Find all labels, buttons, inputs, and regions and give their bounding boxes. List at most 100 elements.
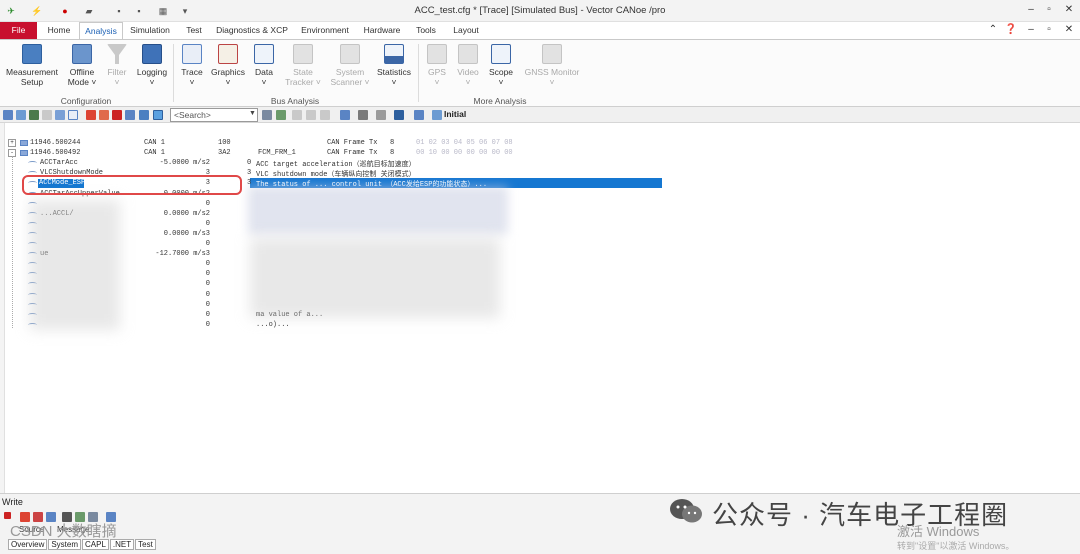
ribbon-collapse-icon[interactable]: ⌃	[986, 24, 1000, 38]
configuration-group-label: Configuration	[60, 96, 112, 106]
tb-pause-icon[interactable]	[112, 110, 122, 120]
tb-config-icon[interactable]	[3, 110, 13, 120]
frame-icon	[20, 150, 28, 157]
system-scanner-icon	[340, 44, 360, 64]
tb-copy-icon[interactable]	[340, 110, 350, 120]
trace-row[interactable]: ue-12.7000 m/s3	[0, 249, 1080, 259]
gps-icon	[427, 44, 447, 64]
tb-font-icon[interactable]	[394, 110, 404, 120]
state-tracker-label2: Tracker ˅	[285, 77, 321, 87]
tb-find-next-icon[interactable]	[276, 110, 286, 120]
layout-initial-label[interactable]: Initial	[444, 109, 466, 119]
trace-button[interactable]: Trace ˅	[176, 44, 208, 87]
title-bar: ✈ ⚡ ● ▰ ▪ ▪ ▦ ▾ ACC_test.cfg * [Trace] […	[0, 0, 1080, 22]
child-restore-icon[interactable]: ▫	[1042, 24, 1056, 38]
system-scanner-label1: System	[335, 67, 365, 77]
trace-row[interactable]: 0	[0, 290, 1080, 300]
graphics-button[interactable]: Graphics ˅	[210, 44, 246, 87]
statistics-label2: ˅	[391, 77, 397, 87]
trace-row[interactable]: 0	[0, 300, 1080, 310]
tb-format-icon[interactable]	[139, 110, 149, 120]
tab-analysis[interactable]: Analysis	[79, 22, 123, 39]
tab-tools[interactable]: Tools	[410, 22, 442, 39]
trace-row[interactable]: ACCTarAcc -5.0000 m/s2 0 ACC target acceler…	[0, 158, 1080, 169]
tab-home[interactable]: Home	[42, 22, 76, 39]
search-dropdown-icon[interactable]: ▼	[249, 110, 256, 117]
tree-expand-icon[interactable]: +	[8, 139, 16, 147]
tb-mark-icon[interactable]	[99, 110, 109, 120]
data-button[interactable]: Data ˅	[250, 44, 278, 87]
offline-mode-button[interactable]: Offline Mode ˅	[64, 44, 100, 87]
gnss-monitor-icon	[542, 44, 562, 64]
tb-chart-icon[interactable]	[55, 110, 65, 120]
video-button[interactable]: Video ˅	[454, 44, 482, 87]
tb-find-icon[interactable]	[262, 110, 272, 120]
tab-test[interactable]: Test	[180, 22, 208, 39]
video-label2: ˅	[465, 77, 471, 87]
tab-file[interactable]: File	[0, 22, 37, 39]
tab-environment[interactable]: Environment	[296, 22, 354, 39]
tb-sort-icon[interactable]	[125, 110, 135, 120]
search-input[interactable]: <Search>	[170, 108, 258, 122]
trace-row[interactable]: ...ACCL/0.0000 m/s2	[0, 209, 1080, 219]
trace-row[interactable]: 0	[0, 269, 1080, 279]
tb-forward-icon[interactable]	[306, 110, 316, 120]
trace-row[interactable]: 0	[0, 219, 1080, 229]
tab-simulation[interactable]: Simulation	[128, 22, 172, 39]
child-close-icon[interactable]: ✕	[1062, 24, 1076, 38]
close-icon[interactable]: ✕	[1062, 4, 1076, 18]
activate-windows-title: 激活 Windows	[897, 524, 980, 539]
write-stop-icon[interactable]	[4, 512, 11, 519]
trace-row[interactable]: -11946.500492 CAN 1 3A2 FCM_FRM_1 CAN Frame …	[0, 148, 1080, 158]
child-minimize-icon[interactable]: –	[1024, 24, 1038, 38]
write-tab-test[interactable]: Test	[135, 539, 156, 550]
trace-row[interactable]: 0	[0, 239, 1080, 249]
tb-columns-icon[interactable]	[29, 110, 39, 120]
measurement-setup-button[interactable]: Measurement Setup	[4, 44, 60, 87]
help-icon[interactable]: ❓	[1004, 24, 1018, 38]
tb-delete-icon[interactable]	[86, 110, 96, 120]
tb-stop-icon[interactable]	[42, 110, 52, 120]
tb-highlight-icon[interactable]	[153, 110, 163, 120]
trace-row[interactable]: +11946.500244 CAN 1 100 CAN Frame Tx 8 01 02 …	[0, 138, 1080, 148]
maximize-icon[interactable]: ▫	[1042, 4, 1056, 18]
tb-layout-select-icon[interactable]	[432, 110, 442, 120]
tab-hardware[interactable]: Hardware	[360, 22, 404, 39]
signal-description: ...o)...	[256, 320, 290, 329]
tb-layout-icon[interactable]	[358, 110, 368, 120]
tb-detail-icon[interactable]	[16, 110, 26, 120]
tb-view-icon[interactable]	[414, 110, 424, 120]
scope-button[interactable]: Scope ˅	[486, 44, 516, 87]
filter-button[interactable]: Filter ˅	[104, 44, 130, 87]
statistics-button[interactable]: Statistics ˅	[376, 44, 412, 87]
system-scanner-button[interactable]: System Scanner ˅	[328, 44, 372, 87]
left-splitter[interactable]	[0, 123, 5, 493]
tb-options-icon[interactable]	[376, 110, 386, 120]
gnss-monitor-button[interactable]: GNSS Monitor ˅	[524, 44, 580, 87]
statistics-icon	[384, 44, 404, 64]
tb-insert-icon[interactable]	[320, 110, 330, 120]
tb-window-icon[interactable]	[68, 110, 78, 120]
trace-data: 00 10 00 00 00 00 00 00	[416, 149, 513, 158]
tab-diagnostics[interactable]: Diagnostics & XCP	[214, 22, 290, 39]
group-separator	[418, 44, 419, 102]
write-title: Write	[2, 497, 23, 507]
data-label2: ˅	[261, 77, 267, 87]
state-tracker-button[interactable]: State Tracker ˅	[284, 44, 322, 87]
trace-row[interactable]: 0	[0, 259, 1080, 269]
trace-row[interactable]: 0	[0, 199, 1080, 209]
wechat-logo-icon	[670, 499, 702, 523]
tab-layout[interactable]: Layout	[448, 22, 484, 39]
graphics-label1: Graphics	[210, 67, 245, 77]
logging-button[interactable]: Logging ˅	[134, 44, 170, 87]
trace-row[interactable]: 0.0000 m/s3	[0, 229, 1080, 239]
more-analysis-group-label: More Analysis	[473, 96, 527, 106]
trace-channel: CAN 1	[144, 139, 166, 147]
minimize-icon[interactable]: –	[1024, 4, 1038, 18]
tb-back-icon[interactable]	[292, 110, 302, 120]
trace-row[interactable]: 0 ...o)...	[0, 320, 1080, 330]
trace-row[interactable]: 0ma value of a...	[0, 310, 1080, 320]
offline-mode-label2: Mode ˅	[67, 77, 97, 87]
gps-button[interactable]: GPS ˅	[424, 44, 450, 87]
trace-row[interactable]: 0	[0, 279, 1080, 289]
